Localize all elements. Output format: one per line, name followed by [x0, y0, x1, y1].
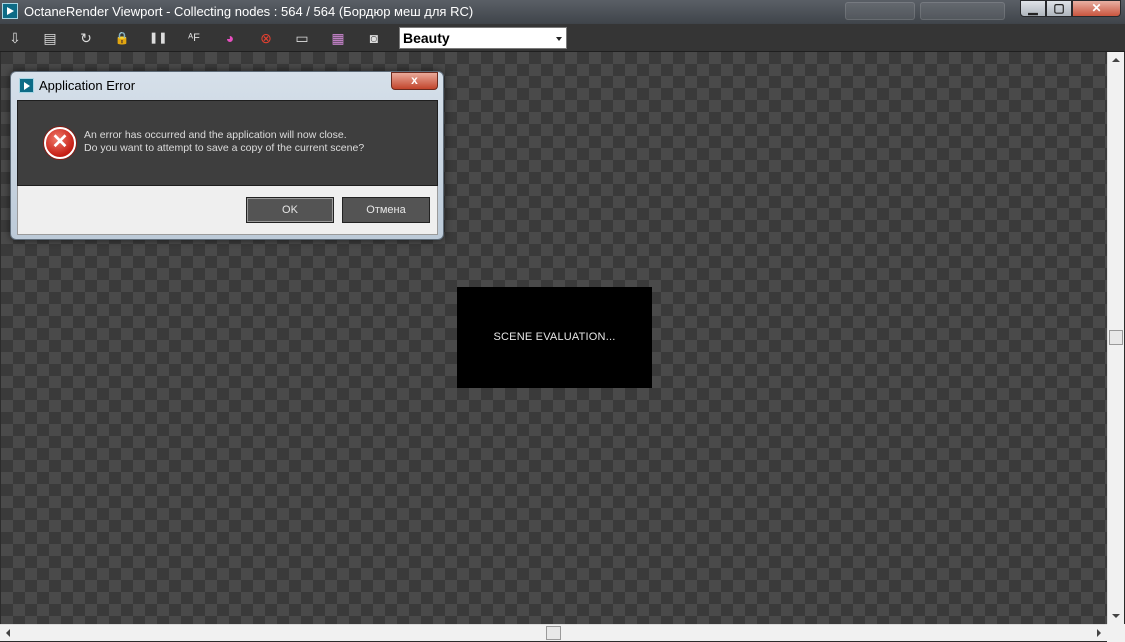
error-message: An error has occurred and the applicatio… — [84, 129, 364, 155]
focus-icon[interactable]: ᴬF — [185, 29, 203, 47]
error-message-line: Do you want to attempt to save a copy of… — [84, 142, 365, 154]
refresh-icon[interactable]: ↻ — [77, 29, 95, 47]
chevron-down-icon — [556, 37, 562, 41]
background-window-ghost — [845, 2, 915, 20]
application-error-dialog: Application Error x ✕ An error has occur… — [10, 71, 444, 240]
viewport-toolbar: ⇩ ▤ ↻ 🔒 ❚❚ ᴬF ◕ ⊗ ▭ ▦ ◙ Beauty — [0, 24, 1125, 52]
cancel-button[interactable]: Отмена — [342, 197, 430, 223]
camera-icon[interactable]: ◙ — [365, 29, 383, 47]
color-picker-icon[interactable]: ◕ — [221, 29, 239, 47]
window-title: OctaneRender Viewport - Collecting nodes… — [24, 4, 474, 19]
error-x-glyph: ✕ — [51, 131, 69, 153]
title-bar[interactable]: OctaneRender Viewport - Collecting nodes… — [0, 0, 1125, 24]
octane-app-icon — [19, 78, 34, 93]
scroll-up-icon[interactable] — [1112, 58, 1120, 62]
display-icon[interactable]: ▭ — [293, 29, 311, 47]
horizontal-scroll-thumb[interactable] — [546, 626, 561, 640]
error-icon: ✕ — [44, 127, 76, 159]
dialog-footer: OK Отмена — [17, 186, 438, 235]
maximize-icon: ▢ — [1053, 1, 1065, 15]
minimize-button[interactable]: ▁ — [1020, 0, 1046, 17]
close-button[interactable]: ✕ — [1072, 0, 1121, 17]
dialog-body: ✕ An error has occurred and the applicat… — [17, 100, 438, 186]
clipboard-icon[interactable]: ▤ — [41, 29, 59, 47]
scroll-down-icon[interactable] — [1112, 614, 1120, 618]
export-icon[interactable]: ⇩ — [6, 29, 24, 47]
background-window-ghost — [920, 2, 1005, 20]
scroll-right-icon[interactable] — [1097, 629, 1101, 637]
minimize-icon: ▁ — [1028, 1, 1038, 15]
scrollbar-corner — [1107, 624, 1125, 642]
ok-button[interactable]: OK — [246, 197, 334, 223]
film-icon[interactable]: ▦ — [329, 29, 347, 47]
scene-status-text: SCENE EVALUATION... — [493, 331, 616, 343]
octane-viewport-window: OctaneRender Viewport - Collecting nodes… — [0, 0, 1125, 642]
close-icon: ✕ — [1091, 1, 1102, 15]
lock-icon[interactable]: 🔒 — [113, 29, 131, 47]
vertical-scroll-thumb[interactable] — [1109, 330, 1123, 345]
dialog-close-button[interactable]: x — [391, 72, 438, 90]
pause-icon[interactable]: ❚❚ — [149, 29, 167, 47]
horizontal-scrollbar[interactable] — [0, 624, 1107, 641]
scene-evaluation-overlay: SCENE EVALUATION... — [457, 287, 652, 388]
dialog-title: Application Error — [39, 78, 136, 93]
region-icon[interactable]: ⊗ — [257, 29, 275, 47]
render-pass-value: Beauty — [403, 30, 450, 46]
render-pass-select[interactable]: Beauty — [399, 27, 567, 49]
vertical-scrollbar[interactable] — [1107, 52, 1124, 624]
close-icon: x — [411, 73, 418, 87]
maximize-button[interactable]: ▢ — [1046, 0, 1072, 17]
error-message-line: An error has occurred and the applicatio… — [84, 129, 347, 141]
octane-app-icon — [2, 3, 18, 19]
scroll-left-icon[interactable] — [6, 629, 10, 637]
